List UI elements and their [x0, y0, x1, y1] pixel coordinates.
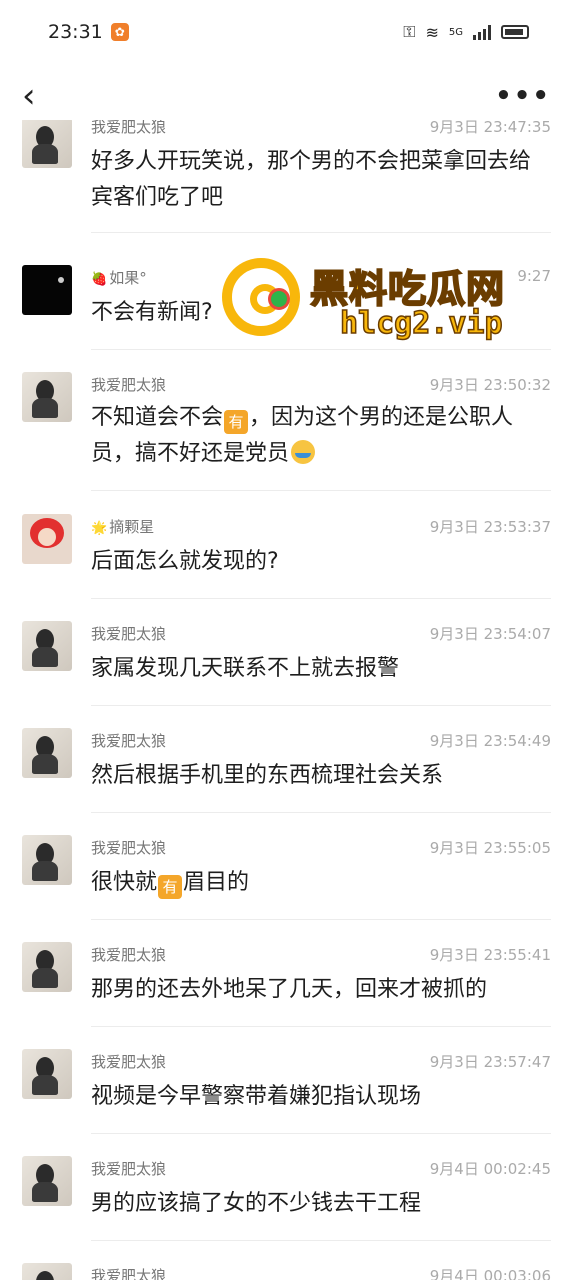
- comment-text: 后面怎么就发现的?: [91, 549, 279, 574]
- comment-author[interactable]: 我爱肥太狼: [91, 944, 166, 965]
- comment-author[interactable]: 🌟 摘颗星: [91, 516, 154, 537]
- star-badge-icon: 🌟: [91, 521, 108, 536]
- comment-author[interactable]: 我爱肥太狼: [91, 374, 166, 395]
- comment-author[interactable]: 我爱肥太狼: [91, 1051, 166, 1072]
- avatar[interactable]: [22, 265, 72, 315]
- comment-item[interactable]: 🍓 如果° 9:27 不会有新闻?: [0, 245, 573, 355]
- comment-time: 9月3日 23:55:41: [429, 946, 551, 964]
- comment-text: 家属发现几天联系不上就去报警: [91, 656, 400, 681]
- comment-text: 视频是今早警察带着嫌犯指认现场: [91, 1084, 422, 1109]
- comment-list[interactable]: 我爱肥太狼 9月3日 23:47:35 好多人开玩笑说，那个男的不会把菜拿回去给…: [0, 120, 573, 1280]
- more-options-icon[interactable]: •••: [495, 81, 551, 111]
- comment-author[interactable]: 我爱肥太狼: [91, 1265, 166, 1280]
- comment-author-name[interactable]: 摘颗星: [109, 518, 154, 536]
- comment-time: 9月4日 00:03:06: [429, 1267, 551, 1280]
- avatar[interactable]: [22, 942, 72, 992]
- comment-text-part: 不知道会不会: [91, 405, 224, 430]
- back-chevron-icon[interactable]: ‹: [22, 79, 62, 113]
- avatar[interactable]: [22, 372, 72, 422]
- comment-item[interactable]: 我爱肥太狼 9月3日 23:55:41 那男的还去外地呆了几天，回来才被抓的: [0, 920, 573, 1030]
- comment-time: 9月3日 23:53:37: [429, 518, 551, 536]
- comment-time: 9月3日 23:55:05: [429, 839, 551, 857]
- avatar[interactable]: [22, 514, 72, 564]
- comment-item[interactable]: 我爱肥太狼 9月3日 23:54:07 家属发现几天联系不上就去报警: [0, 599, 573, 709]
- app-notification-icon: ✿: [110, 23, 129, 41]
- comment-author[interactable]: 🍓 如果°: [91, 267, 147, 288]
- avatar[interactable]: [22, 621, 72, 671]
- key-icon: ⚿: [403, 22, 416, 41]
- comment-time: 9月3日 23:57:47: [429, 1053, 551, 1071]
- comment-text-part: 眉目的: [183, 870, 250, 895]
- avatar[interactable]: [22, 120, 72, 168]
- battery-icon: [501, 25, 529, 39]
- comment-text: 不会有新闻?: [91, 300, 213, 325]
- comment-time: 9月3日 23:47:35: [429, 120, 551, 136]
- comment-text-part: 很快就: [91, 870, 158, 895]
- comment-text: 男的应该搞了女的不少钱去干工程: [91, 1191, 422, 1216]
- network-label: 5G: [448, 26, 463, 38]
- avatar[interactable]: [22, 1049, 72, 1099]
- comment-time: 9月3日 23:50:32: [429, 376, 551, 394]
- comment-item[interactable]: 我爱肥太狼 9月4日 00:02:45 男的应该搞了女的不少钱去干工程: [0, 1134, 573, 1244]
- comment-text: 很快就有眉目的: [91, 865, 551, 901]
- comment-item[interactable]: 我爱肥太狼 9月4日 00:03:06: [0, 1241, 573, 1280]
- comment-item[interactable]: 我爱肥太狼 9月3日 23:50:32 不知道会不会有，因为这个男的还是公职人员…: [0, 350, 573, 495]
- comment-author[interactable]: 我爱肥太狼: [91, 730, 166, 751]
- comment-time: 9月3日 23:54:49: [429, 732, 551, 750]
- avatar[interactable]: [22, 728, 72, 778]
- comment-author[interactable]: 我爱肥太狼: [91, 837, 166, 858]
- comment-text: 好多人开玩笑说，那个男的不会把菜拿回去给宾客们吃了吧: [91, 149, 532, 210]
- divider: [91, 490, 551, 491]
- comment-item[interactable]: 🌟 摘颗星 9月3日 23:53:37 后面怎么就发现的?: [0, 492, 573, 602]
- signal-icon: [473, 24, 491, 40]
- comment-author[interactable]: 我爱肥太狼: [91, 120, 166, 137]
- wifi-icon: ≋: [425, 22, 439, 42]
- comment-time: 9月3日 23:54:07: [429, 625, 551, 643]
- nav-bar: ‹ •••: [0, 64, 573, 128]
- comment-item[interactable]: 我爱肥太狼 9月3日 23:55:05 很快就有眉目的: [0, 813, 573, 923]
- status-bar: 23:31 ✿ ⚿ ≋ 5G: [0, 0, 573, 64]
- comment-author[interactable]: 我爱肥太狼: [91, 1158, 166, 1179]
- comment-time: 9:27: [517, 267, 551, 285]
- avatar[interactable]: [22, 1263, 72, 1280]
- you-emoji-icon: 有: [158, 875, 183, 899]
- comment-text: 不知道会不会有，因为这个男的还是公职人员，搞不好还是党员: [91, 400, 551, 472]
- comment-time: 9月4日 00:02:45: [429, 1160, 551, 1178]
- comment-text: 然后根据手机里的东西梳理社会关系: [91, 763, 444, 788]
- avatar[interactable]: [22, 835, 72, 885]
- strawberry-icon: 🍓: [91, 272, 108, 287]
- you-emoji-icon: 有: [224, 410, 249, 434]
- comment-author-name[interactable]: 如果°: [109, 269, 147, 287]
- divider: [91, 232, 551, 233]
- comment-item[interactable]: 我爱肥太狼 9月3日 23:57:47 视频是今早警察带着嫌犯指认现场: [0, 1027, 573, 1137]
- comment-item[interactable]: 我爱肥太狼 9月3日 23:54:49 然后根据手机里的东西梳理社会关系: [0, 706, 573, 816]
- laugh-cry-emoji-icon: [291, 440, 316, 464]
- comment-text: 那男的还去外地呆了几天，回来才被抓的: [91, 977, 488, 1002]
- clock: 23:31: [48, 21, 103, 43]
- comment-item[interactable]: 我爱肥太狼 9月3日 23:47:35 好多人开玩笑说，那个男的不会把菜拿回去给…: [0, 120, 573, 240]
- comment-author[interactable]: 我爱肥太狼: [91, 623, 166, 644]
- avatar[interactable]: [22, 1156, 72, 1206]
